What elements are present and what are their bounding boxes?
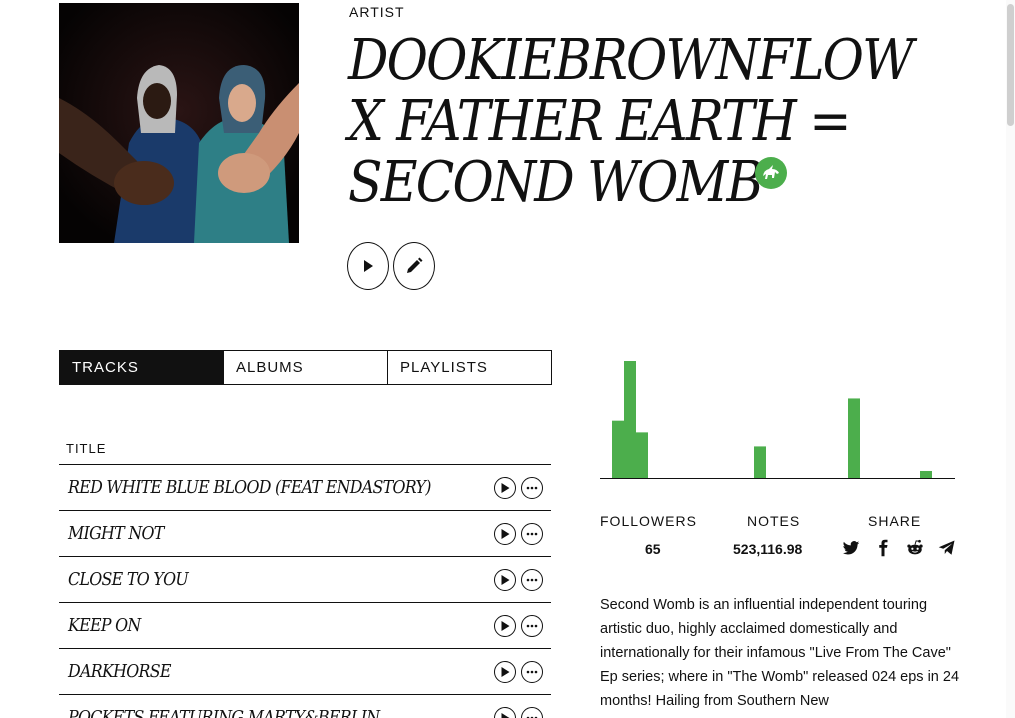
track-play-button[interactable] bbox=[494, 615, 516, 637]
histogram-bar bbox=[612, 420, 624, 478]
track-play-button[interactable] bbox=[494, 707, 516, 718]
track-play-button[interactable] bbox=[494, 569, 516, 591]
scrollbar-thumb[interactable] bbox=[1007, 4, 1014, 126]
artist-name: DOOKIEBROWNFLOW X FATHER EARTH = SECOND … bbox=[348, 28, 914, 215]
reddit-icon[interactable] bbox=[906, 539, 924, 557]
page-scrollbar[interactable] bbox=[1006, 0, 1015, 718]
play-icon bbox=[501, 575, 510, 585]
edit-artist-button[interactable] bbox=[393, 242, 435, 290]
more-dots-icon bbox=[526, 624, 538, 628]
followers-label: FOLLOWERS bbox=[600, 513, 697, 529]
play-icon bbox=[501, 667, 510, 677]
more-dots-icon bbox=[526, 532, 538, 536]
track-play-button[interactable] bbox=[494, 661, 516, 683]
tab-tracks[interactable]: TRACKS bbox=[60, 351, 223, 384]
artist-bio: Second Womb is an influential independen… bbox=[600, 597, 960, 709]
track-more-button[interactable] bbox=[521, 523, 543, 545]
track-row[interactable]: DARKHORSE bbox=[59, 648, 551, 694]
notes-value: 523,116.98 bbox=[733, 541, 803, 557]
track-title[interactable]: MIGHT NOT bbox=[68, 523, 164, 544]
track-more-button[interactable] bbox=[521, 477, 543, 499]
track-more-button[interactable] bbox=[521, 707, 543, 718]
telegram-icon[interactable] bbox=[938, 539, 956, 557]
histogram-bar bbox=[624, 361, 636, 478]
pencil-icon bbox=[407, 257, 423, 273]
share-label: SHARE bbox=[868, 513, 922, 529]
followers-value: 65 bbox=[645, 541, 661, 557]
track-row[interactable]: KEEP ON bbox=[59, 602, 551, 648]
play-icon bbox=[501, 713, 510, 718]
play-icon bbox=[364, 260, 373, 272]
histogram-bar bbox=[636, 432, 648, 478]
track-title[interactable]: CLOSE TO YOU bbox=[68, 569, 189, 590]
track-row[interactable]: CLOSE TO YOU bbox=[59, 556, 551, 602]
play-icon bbox=[501, 621, 510, 631]
track-more-button[interactable] bbox=[521, 661, 543, 683]
track-play-button[interactable] bbox=[494, 523, 516, 545]
tracklist: RED WHITE BLUE BLOOD (FEAT ENDASTORY) MI… bbox=[59, 464, 551, 718]
content-tabs: TRACKS ALBUMS PLAYLISTS bbox=[59, 350, 552, 385]
activity-histogram bbox=[600, 361, 955, 479]
track-more-button[interactable] bbox=[521, 615, 543, 637]
tab-albums[interactable]: ALBUMS bbox=[223, 351, 387, 384]
play-artist-button[interactable] bbox=[347, 242, 389, 290]
track-title[interactable]: RED WHITE BLUE BLOOD (FEAT ENDASTORY) bbox=[68, 477, 431, 498]
track-row[interactable]: RED WHITE BLUE BLOOD (FEAT ENDASTORY) bbox=[59, 464, 551, 510]
track-row[interactable]: MIGHT NOT bbox=[59, 510, 551, 556]
histogram-bar bbox=[754, 446, 766, 478]
tracklist-column-title: TITLE bbox=[66, 441, 107, 456]
artist-photo bbox=[59, 3, 299, 243]
track-title[interactable]: POCKETS FEATURING MARTY&BERLIN... bbox=[68, 707, 392, 718]
play-icon bbox=[501, 483, 510, 493]
more-dots-icon bbox=[526, 670, 538, 674]
tab-playlists[interactable]: PLAYLISTS bbox=[387, 351, 551, 384]
facebook-icon[interactable] bbox=[874, 539, 892, 557]
play-icon bbox=[501, 529, 510, 539]
track-title[interactable]: DARKHORSE bbox=[68, 661, 171, 682]
twitter-icon[interactable] bbox=[842, 539, 860, 557]
more-dots-icon bbox=[526, 486, 538, 490]
more-dots-icon bbox=[526, 578, 538, 582]
track-more-button[interactable] bbox=[521, 569, 543, 591]
histogram-bar bbox=[848, 398, 860, 478]
unicorn-badge-icon[interactable] bbox=[755, 157, 787, 189]
track-row[interactable]: POCKETS FEATURING MARTY&BERLIN... bbox=[59, 694, 551, 718]
track-title[interactable]: KEEP ON bbox=[68, 615, 141, 636]
track-play-button[interactable] bbox=[494, 477, 516, 499]
artist-kicker: ARTIST bbox=[349, 4, 405, 20]
notes-label: NOTES bbox=[747, 513, 801, 529]
histogram-bar bbox=[920, 470, 932, 478]
